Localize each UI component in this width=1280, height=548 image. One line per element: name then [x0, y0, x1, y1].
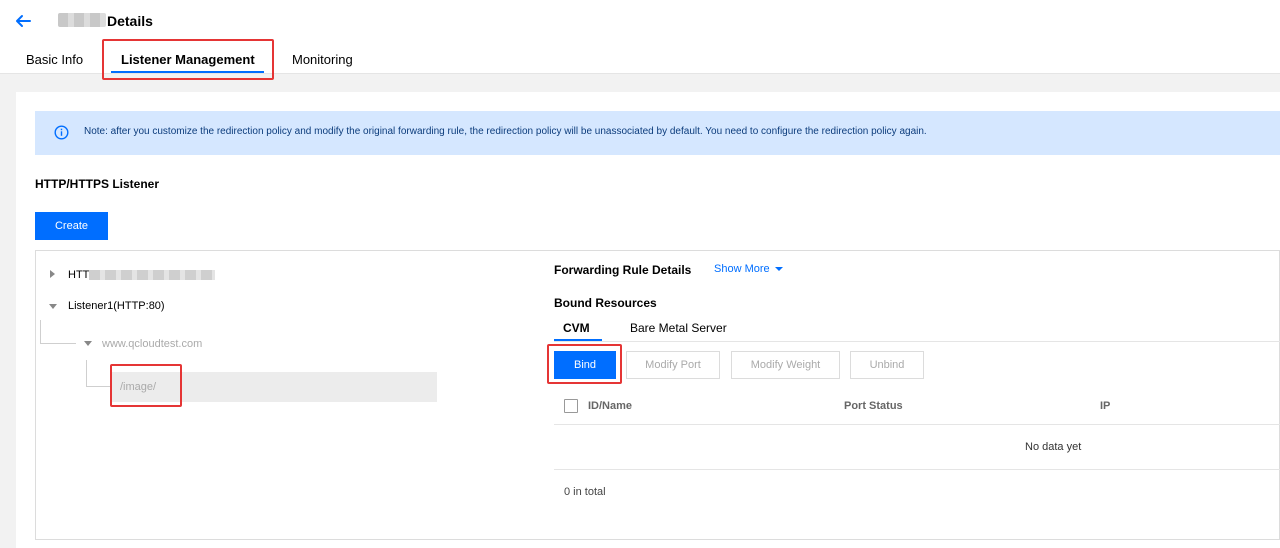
table-header-divider	[554, 424, 1280, 425]
tab-listener-management[interactable]: Listener Management	[121, 52, 255, 67]
create-button[interactable]: Create	[35, 212, 108, 240]
bind-button[interactable]: Bind	[554, 351, 616, 379]
listener-section-title: HTTP/HTTPS Listener	[35, 177, 160, 191]
top-bar: Details Basic Info Listener Management M…	[0, 0, 1280, 74]
forwarding-rule-title: Forwarding Rule Details	[554, 263, 692, 277]
modify-weight-button[interactable]: Modify Weight	[731, 351, 840, 379]
tree-connector	[40, 343, 76, 344]
notice-banner: Note: after you customize the redirectio…	[35, 111, 1280, 155]
caret-down-icon[interactable]	[84, 341, 92, 346]
tree-item-url-path[interactable]	[112, 372, 437, 402]
show-more-link[interactable]: Show More	[714, 263, 783, 275]
subtab-divider	[554, 341, 1280, 342]
column-id-name: ID/Name	[588, 400, 633, 412]
listener-name-redacted	[89, 270, 215, 280]
subtab-cvm[interactable]: CVM	[563, 321, 590, 335]
tree-item-https-listener[interactable]: HTT	[68, 269, 89, 281]
unbind-button[interactable]: Unbind	[850, 351, 924, 379]
tree-connector	[40, 320, 41, 343]
column-port-status: Port Status	[844, 400, 903, 412]
subtab-bare-metal-server[interactable]: Bare Metal Server	[630, 321, 727, 335]
tree-item-listener1[interactable]: Listener1(HTTP:80)	[68, 300, 165, 312]
tree-item-domain[interactable]: www.qcloudtest.com	[102, 338, 202, 350]
total-count: 0 in total	[564, 486, 606, 498]
instance-name-redacted	[58, 13, 106, 27]
info-circle-icon	[54, 125, 69, 140]
caret-right-icon[interactable]	[50, 270, 55, 278]
notice-text: Note: after you customize the redirectio…	[84, 126, 927, 137]
tree-item-label: HTT	[68, 269, 90, 281]
page-title: Details	[107, 13, 153, 29]
tree-connector	[86, 386, 112, 387]
tree-connector	[86, 360, 87, 386]
active-tab-indicator	[111, 71, 264, 73]
show-more-label: Show More	[714, 263, 770, 275]
empty-state-text: No data yet	[1025, 441, 1082, 453]
tab-monitoring[interactable]: Monitoring	[292, 52, 353, 67]
bound-resources-title: Bound Resources	[554, 296, 657, 310]
table-footer-divider	[554, 469, 1280, 470]
tab-basic-info[interactable]: Basic Info	[26, 52, 83, 67]
modify-port-button[interactable]: Modify Port	[626, 351, 720, 379]
column-ip: IP	[1100, 400, 1111, 412]
select-all-checkbox[interactable]	[564, 399, 578, 413]
arrow-left-icon[interactable]	[12, 10, 34, 32]
chevron-down-icon	[774, 267, 783, 272]
tree-item-url-label: /image/	[120, 381, 157, 393]
caret-down-icon[interactable]	[49, 304, 57, 309]
